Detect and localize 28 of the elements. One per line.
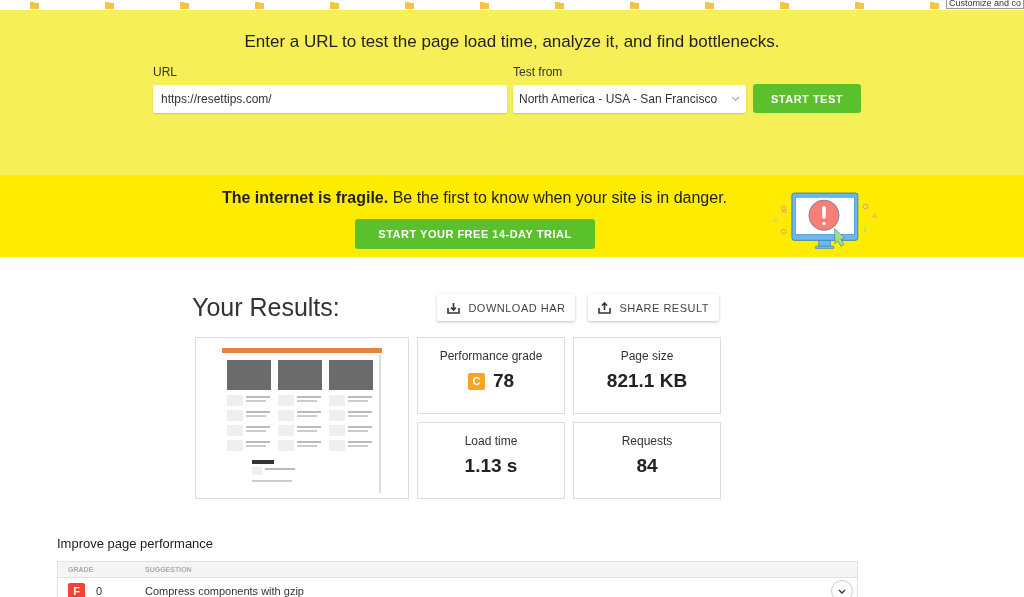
expand-button[interactable] <box>831 580 853 597</box>
results-title: Your Results: <box>192 293 340 322</box>
metric-label: Performance grade <box>439 349 543 363</box>
chevron-down-icon <box>838 588 846 594</box>
upload-icon <box>598 301 612 314</box>
download-icon <box>447 301 461 314</box>
metric-label: Page size <box>620 349 674 363</box>
url-field[interactable]: https://resettips.com/ <box>153 85 507 113</box>
banner-text: The internet is fragile. Be the first to know when your site is in danger. <box>221 189 728 207</box>
metric-value: 821.1 KB <box>606 370 688 392</box>
chevron-down-icon <box>731 96 740 102</box>
grade-badge: C <box>467 372 485 390</box>
tooltip: Customize and co <box>945 0 1024 9</box>
grade-badge: F <box>68 582 85 597</box>
metric-label: Requests <box>621 434 673 448</box>
url-label: URL <box>153 65 178 79</box>
metric-value: 84 <box>636 455 658 477</box>
score-cell-text: 0 <box>96 585 104 597</box>
download-har-button[interactable]: DOWNLOAD HAR <box>437 294 576 321</box>
section-title: Improve page performance <box>57 536 215 551</box>
metric-value: 1.13 s <box>464 455 518 477</box>
location-label: Test from <box>513 65 564 79</box>
metric-label: Load time <box>464 434 518 448</box>
hero-subtitle: Enter a URL to test the page load time, analyze it, and find bottlenecks. <box>244 32 780 52</box>
location-select[interactable]: North America - USA - San Francisco <box>513 85 746 113</box>
share-result-button[interactable]: SHARE RESULT <box>588 294 719 321</box>
metric-value: 78 <box>492 370 515 392</box>
suggestion-cell-text: Compress components with gzip <box>145 585 305 597</box>
